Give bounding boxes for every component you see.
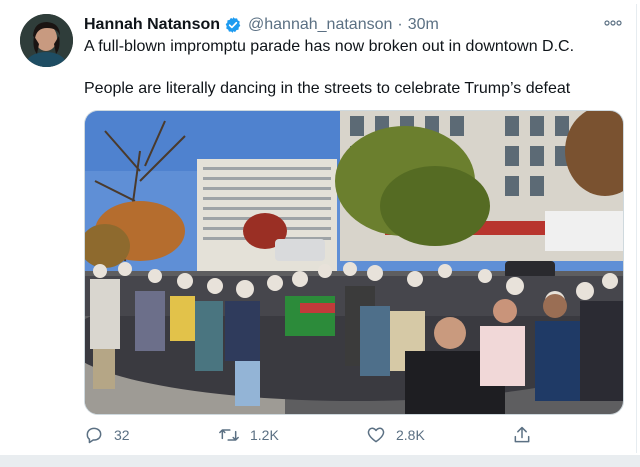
- like-button[interactable]: 2.8K: [366, 424, 425, 446]
- avatar-photo: [20, 14, 73, 67]
- tweet-action-bar: 32 1.2K 2.8K: [84, 424, 534, 446]
- retweet-count: 1.2K: [250, 427, 279, 443]
- more-options-icon[interactable]: [602, 14, 624, 32]
- tweet-text-line-1: A full-blown impromptu parade has now br…: [84, 38, 575, 55]
- tweet-header: Hannah Natanson @hannah_natanson · 30m: [84, 14, 439, 36]
- tweet-timestamp[interactable]: 30m: [408, 16, 439, 34]
- share-icon: [514, 426, 530, 443]
- share-button[interactable]: [512, 424, 532, 446]
- reply-button[interactable]: 32: [84, 424, 130, 446]
- avatar[interactable]: [20, 14, 73, 67]
- retweet-icon: [219, 429, 239, 441]
- page-bottom-strip: [0, 455, 640, 467]
- street-parade-photo: [85, 111, 623, 414]
- author-handle[interactable]: @hannah_natanson: [248, 16, 392, 34]
- retweet-button[interactable]: 1.2K: [218, 424, 279, 446]
- author-name[interactable]: Hannah Natanson: [84, 16, 220, 34]
- tweet-text-line-2: People are literally dancing in the stre…: [84, 80, 571, 97]
- like-icon: [367, 427, 385, 443]
- separator-dot: ·: [397, 16, 403, 33]
- reply-count: 32: [114, 427, 130, 443]
- reply-icon: [86, 427, 102, 444]
- like-count: 2.8K: [396, 427, 425, 443]
- tweet-media-photo[interactable]: [84, 110, 624, 415]
- verified-badge-icon: [224, 16, 242, 34]
